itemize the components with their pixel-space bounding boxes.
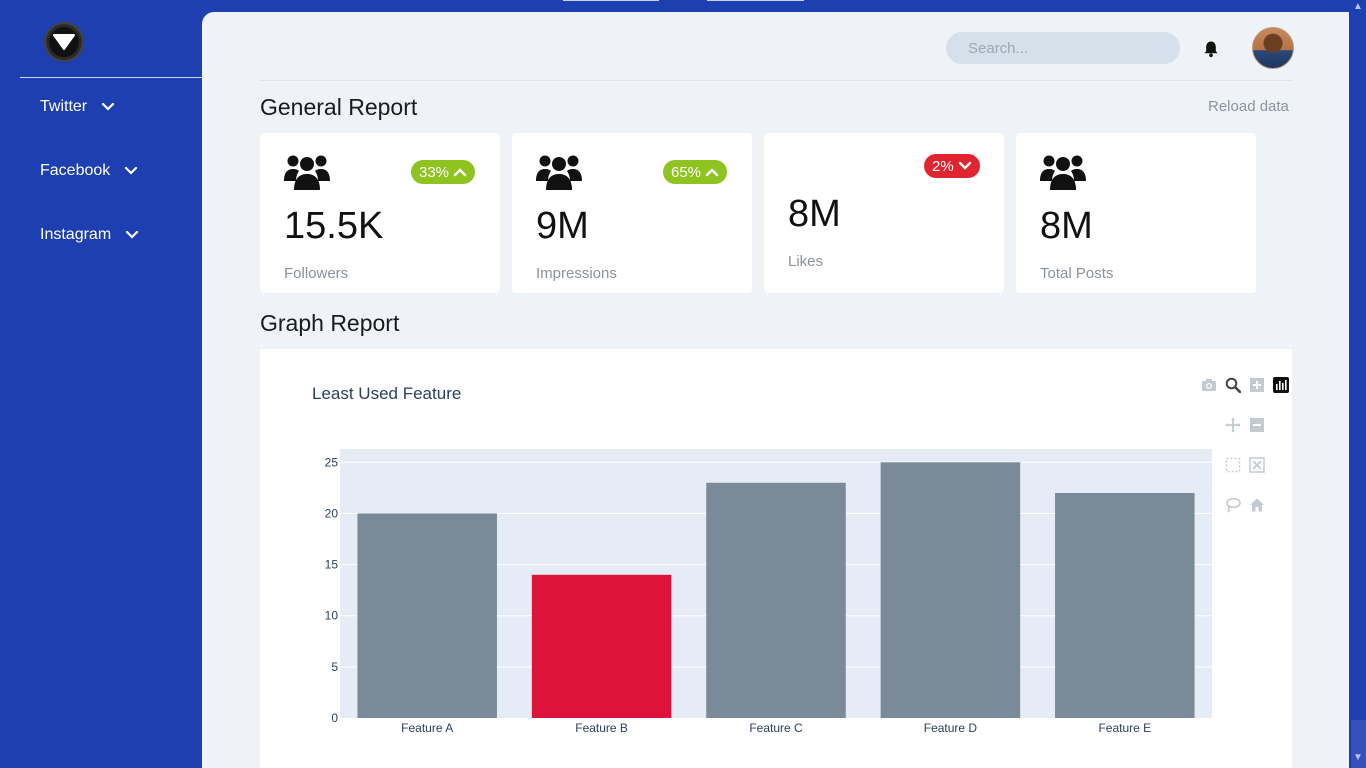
users-icon — [284, 155, 330, 190]
bar — [357, 513, 497, 718]
bar-chart: 0 5 10 15 20 25 Feature A Feature B Feature C Fea… — [325, 449, 1212, 735]
sidebar-divider — [20, 77, 202, 78]
sidebar-item-instagram[interactable]: Instagram — [40, 226, 139, 244]
scrollbar-track[interactable] — [1349, 0, 1366, 768]
stat-card-impressions: 65% 9M Impressions — [512, 133, 752, 293]
page-title: General Report — [260, 94, 418, 120]
users-icon — [536, 155, 582, 190]
y-tick-label: 15 — [325, 558, 339, 572]
chevron-down-icon — [125, 166, 138, 175]
x-tick-label: Feature A — [401, 721, 453, 735]
reload-data-link[interactable]: Reload data — [1208, 98, 1289, 115]
badge-value: 65% — [671, 163, 702, 181]
header-divider — [260, 80, 1292, 81]
trend-badge-up: 33% — [411, 160, 476, 184]
app-logo[interactable] — [44, 22, 84, 62]
chevron-down-icon — [102, 102, 115, 111]
stat-label: Total Posts — [1040, 265, 1114, 282]
avatar[interactable] — [1252, 27, 1294, 69]
stat-label: Followers — [284, 265, 349, 282]
stat-label: Likes — [788, 253, 824, 270]
y-tick-label: 5 — [331, 660, 338, 674]
sidebar-item-twitter[interactable]: Twitter — [40, 98, 115, 116]
logo-chevron-icon — [49, 27, 79, 57]
chart-card: Least Used Feature 0 5 10 15 20 25 Featu… — [260, 349, 1292, 768]
sidebar: Twitter Facebook Instagram — [0, 0, 202, 768]
top-tab-accent-1 — [563, 0, 659, 1]
trend-badge-down: 2% — [924, 154, 980, 178]
stat-value: 8M — [788, 193, 841, 235]
x-tick-label: Feature D — [924, 721, 978, 735]
bar — [531, 574, 672, 718]
x-tick-label: Feature C — [749, 721, 803, 735]
chevron-up-icon — [453, 168, 467, 177]
y-tick-label: 25 — [325, 455, 339, 469]
stat-card-followers: 33% 15.5K Followers — [260, 133, 500, 293]
bar — [880, 462, 1021, 718]
bar — [706, 482, 846, 718]
stat-value: 15.5K — [284, 205, 384, 247]
scroll-down-arrow-icon[interactable]: ▼ — [1353, 752, 1363, 763]
stat-value: 8M — [1040, 205, 1093, 247]
stat-card-total-posts: 8M Total Posts — [1016, 133, 1256, 293]
y-tick-label: 10 — [325, 609, 339, 623]
sidebar-item-label: Facebook — [40, 162, 111, 179]
stat-label: Impressions — [536, 265, 617, 282]
stat-card-likes: 2% 8M Likes — [764, 133, 1004, 293]
top-tab-accent-2 — [707, 0, 804, 1]
notification-bell-icon[interactable] — [1202, 40, 1220, 58]
badge-value: 33% — [419, 163, 450, 181]
y-tick-label: 0 — [331, 711, 338, 725]
sidebar-item-facebook[interactable]: Facebook — [40, 162, 138, 180]
main-panel: General Report Reload data 33% 15.5K Fol… — [202, 12, 1349, 768]
y-tick-label: 20 — [325, 506, 339, 520]
section-title-graph: Graph Report — [260, 310, 400, 336]
users-icon — [1040, 155, 1086, 190]
chevron-down-icon — [958, 161, 971, 170]
chevron-up-icon — [705, 168, 719, 177]
trend-badge-up: 65% — [663, 160, 728, 184]
bar — [1055, 492, 1195, 718]
chevron-down-icon — [126, 230, 139, 239]
scroll-up-arrow-icon[interactable]: ▲ — [1353, 1, 1363, 12]
stat-value: 9M — [536, 205, 589, 247]
search-input[interactable] — [946, 32, 1180, 64]
x-tick-label: Feature B — [575, 721, 628, 735]
badge-value: 2% — [932, 157, 954, 175]
sidebar-item-label: Instagram — [40, 226, 112, 243]
sidebar-item-label: Twitter — [40, 98, 88, 115]
x-tick-label: Feature E — [1098, 721, 1151, 735]
